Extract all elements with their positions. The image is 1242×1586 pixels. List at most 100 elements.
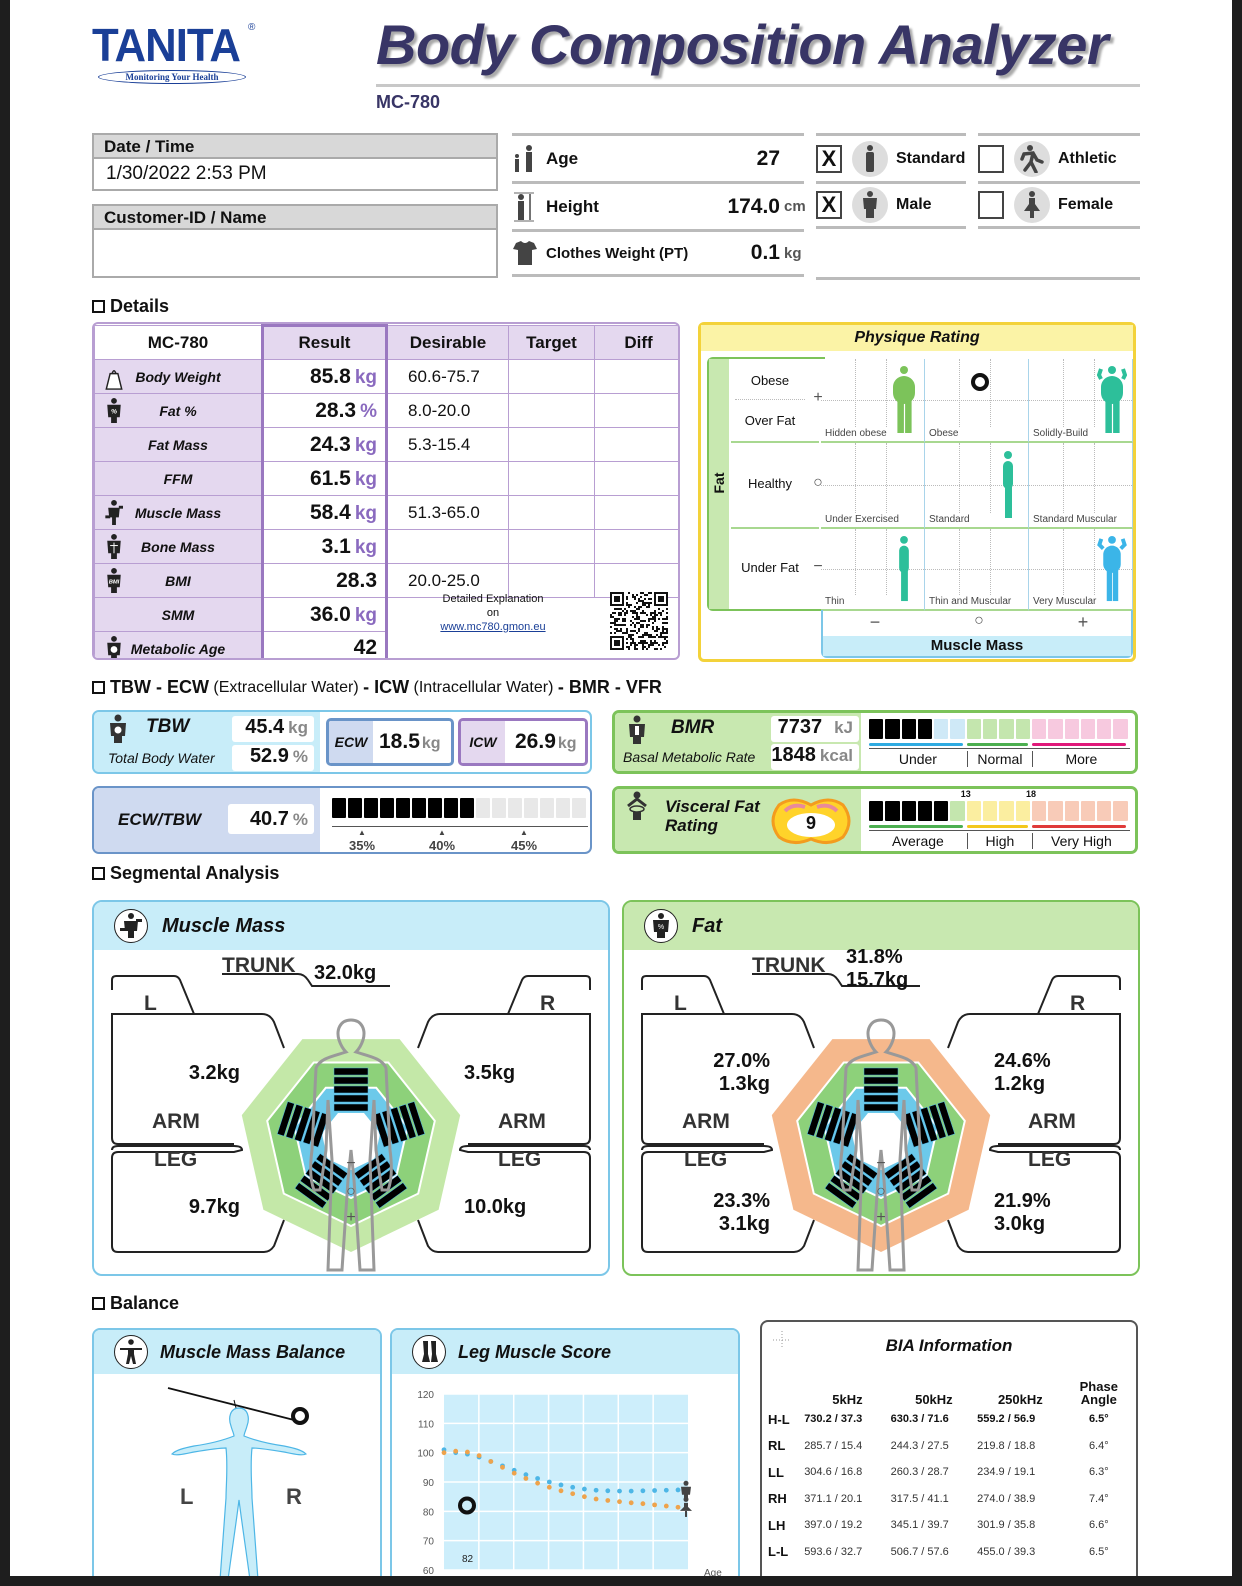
physique-cell-label: Hidden obese [825,428,887,439]
qr-code-icon[interactable] [610,592,668,650]
bar-segment [364,798,378,818]
zone-threshold: 18 [1026,789,1037,799]
physique-cell: Obese [925,359,1029,443]
height-label: Height [546,196,599,216]
physique-cell: Solidly-Build [1029,359,1133,443]
standard-option[interactable]: X Standard [816,133,966,181]
bia-5khz: 285.7 / 15.4 [804,1439,863,1452]
segment-card-title: Fat [692,914,722,937]
bmr-scale-bar: Under Normal More [869,715,1133,771]
female-reference-point [605,1498,611,1503]
metric-target [508,427,595,462]
female-reference-point [558,1488,564,1494]
bia-row: LL 304.6 / 16.8 260.3 / 28.7 234.9 / 19.1 6.… [768,1459,1134,1486]
left-leg-label: LEG [684,1148,728,1171]
balance-right-label: R [286,1484,302,1509]
icw-value: 26.9 kg [515,730,577,753]
bar-segment [966,801,982,821]
athletic-option[interactable]: Athletic [978,133,1140,181]
metric-name: Muscle Mass [94,495,263,530]
metric-target [508,529,595,564]
bar-segment [934,801,949,821]
balance-figure [167,1387,309,1576]
physique-title: Physique Rating [701,325,1133,351]
female-reference-point [628,1500,634,1506]
left-leg-label: LEG [154,1148,198,1171]
side-left-label: L [674,992,687,1015]
registered-mark: ® [248,22,256,33]
metric-result: 36.0 kg [261,597,388,632]
male-reference-point [640,1488,646,1494]
body-type-figure-icon [1097,535,1127,602]
bar-segment [380,798,394,818]
bia-row-label: L-L [768,1544,789,1560]
bia-col-blank [768,1372,804,1406]
clothes-label: Clothes Weight (PT) [546,244,689,262]
bar-segment [460,798,474,818]
explanation-link[interactable]: www.mc780.gmon.eu [388,620,598,634]
left-arm-value: 27.0% 1.3kg [713,1050,770,1095]
fat-body-icon: % [644,909,678,943]
customer-label: Customer-ID / Name [94,206,496,230]
bar-segment [917,719,933,739]
bar-segment [983,801,998,821]
bia-col-250khz: 250kHz [997,1392,1043,1407]
segmental-section-title: Segmental Analysis [92,863,279,884]
bia-phase-angle: 6.6° [1088,1519,1109,1532]
metric-result: 58.4 kg [261,495,388,530]
segment-card-title: Muscle Mass [162,914,286,937]
tick-label: 45% [510,838,538,853]
y-tick-label: 80 [423,1507,435,1518]
metric-target [508,393,595,428]
athletic-checkbox[interactable] [978,144,1004,173]
vfr-card: Visceral Fat Rating 9 Average High 13 Very H… [612,786,1138,854]
bar-segment [428,798,442,818]
zone-axis [869,748,1130,749]
y-tick-label: 70 [423,1537,435,1548]
shirt-icon [513,241,537,265]
bmr-sublabel: Basal Metabolic Rate [623,749,756,765]
male-checkbox[interactable]: X [816,191,842,219]
checkbox-bullet-icon [92,300,105,313]
left-arm-value: 3.2kg [188,1062,240,1084]
details-row: FFM 61.5 kg [94,461,678,496]
side-right-label: R [1070,992,1086,1015]
icw-box: ICW 26.9 kg [458,718,588,766]
segment-card-header: % Fat [624,902,1138,950]
bia-row: H-L 730.2 / 37.3 630.3 / 71.6 559.2 / 56.9 6… [768,1406,1134,1433]
female-reference-point [582,1494,587,1500]
svg-text:BMI: BMI [109,579,120,585]
ecw-tbw-bar [332,798,588,823]
female-option[interactable]: Female [978,181,1140,229]
male-option[interactable]: X Male [816,181,966,229]
female-reference-point [570,1491,576,1497]
segment-bar [333,1076,369,1085]
muscle-icon [105,500,123,526]
bia-phase-angle: 6.4° [1088,1439,1109,1452]
y-tick-label: 120 [417,1390,434,1401]
right-arm-label: ARM [498,1110,546,1133]
report-page: TANITA ® Monitoring Your Health Body Com… [10,0,1232,1576]
explanation-line2: on [486,607,500,619]
bar-segment [885,801,900,821]
bar-segment [1064,801,1079,821]
bia-250khz: 559.2 / 56.9 [977,1413,1036,1426]
muscle-body-icon [114,909,148,943]
ecw-label: ECW [329,721,373,763]
male-reference-point [535,1476,540,1481]
metric-name: Fat Mass [94,427,263,462]
bia-row-label: RH [768,1491,787,1507]
bmi-icon: BMI [107,568,121,594]
right-arm-value: 3.5kg [464,1062,516,1084]
leg-muscle-score-card: Leg Muscle Score 60 70 80 90 100 110 120 82 Age [390,1328,740,1576]
clothes-unit: kg [784,244,802,262]
standard-checkbox[interactable]: X [816,144,842,173]
bia-250khz: 234.9 / 19.1 [977,1466,1036,1479]
female-checkbox[interactable] [978,191,1004,219]
metric-desirable: 8.0-20.0 [386,393,509,428]
left-arm-label: ARM [152,1110,200,1133]
female-reference-point [523,1476,529,1481]
selected-marker [971,373,989,391]
water-body-icon [110,714,126,743]
zone-label: High [966,833,1032,849]
